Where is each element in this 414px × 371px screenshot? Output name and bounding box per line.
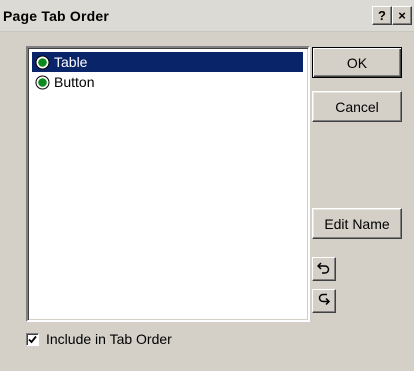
close-icon: × bbox=[398, 8, 406, 23]
move-down-button[interactable] bbox=[312, 289, 336, 313]
include-in-tab-order-row[interactable]: Include in Tab Order bbox=[26, 331, 172, 347]
list-item-label: Table bbox=[54, 54, 88, 70]
green-radio-icon bbox=[34, 74, 50, 90]
cancel-button[interactable]: Cancel bbox=[312, 91, 402, 122]
include-in-tab-order-checkbox[interactable] bbox=[26, 332, 39, 346]
help-icon: ? bbox=[378, 8, 386, 23]
ok-button[interactable]: OK bbox=[312, 47, 402, 78]
include-in-tab-order-label: Include in Tab Order bbox=[46, 331, 172, 347]
undo-arrow-icon bbox=[316, 261, 331, 278]
list-item-table[interactable]: Table bbox=[32, 52, 303, 72]
redo-arrow-icon bbox=[317, 293, 331, 310]
close-button[interactable]: × bbox=[392, 6, 412, 25]
green-radio-icon bbox=[34, 54, 50, 70]
edit-name-button[interactable]: Edit Name bbox=[312, 208, 402, 239]
page-tab-order-dialog: Page Tab Order ? × Table Button OK Cance… bbox=[0, 0, 414, 371]
checkmark-icon bbox=[28, 335, 37, 343]
move-up-button[interactable] bbox=[312, 257, 336, 281]
help-button[interactable]: ? bbox=[372, 6, 392, 25]
tab-order-list[interactable]: Table Button bbox=[26, 46, 310, 322]
title-bar[interactable]: Page Tab Order ? × bbox=[0, 0, 414, 32]
dialog-title: Page Tab Order bbox=[3, 8, 110, 24]
list-item-label: Button bbox=[54, 74, 95, 90]
dialog-body: Table Button OK Cancel Edit Name Include… bbox=[0, 32, 414, 371]
list-item-button[interactable]: Button bbox=[32, 72, 303, 92]
